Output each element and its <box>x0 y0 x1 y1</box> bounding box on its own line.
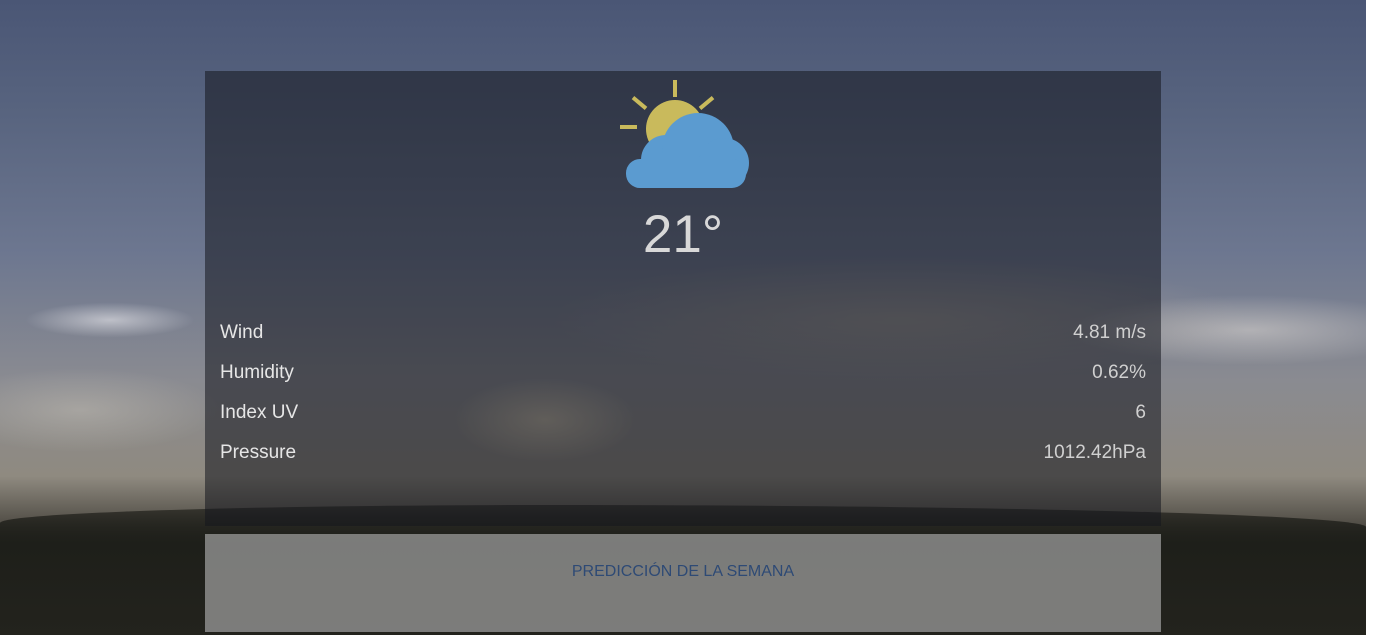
page-edge <box>1366 0 1381 635</box>
stat-value: 1012.42hPa <box>1043 442 1147 463</box>
current-weather-card: 21° Wind 4.81 m/s Humidity 0.62% Index U… <box>205 71 1161 526</box>
stat-value: 0.62% <box>1092 362 1146 383</box>
weather-stats-list: Wind 4.81 m/s Humidity 0.62% Index UV 6 … <box>220 313 1146 473</box>
stat-label: Pressure <box>220 442 297 463</box>
stat-value: 6 <box>1135 402 1146 423</box>
stat-label: Index UV <box>220 402 299 423</box>
stat-row-pressure: Pressure 1012.42hPa <box>220 433 1146 473</box>
stat-row-uv-index: Index UV 6 <box>220 393 1146 433</box>
stat-label: Wind <box>220 322 264 343</box>
stat-row-wind: Wind 4.81 m/s <box>220 313 1146 353</box>
partly-cloudy-icon <box>620 80 749 188</box>
stat-row-humidity: Humidity 0.62% <box>220 353 1146 393</box>
stat-label: Humidity <box>220 362 294 383</box>
stat-value: 4.81 m/s <box>1073 322 1146 343</box>
temperature-value: 21° <box>642 205 724 264</box>
weekly-forecast-panel: PREDICCIÓN DE LA SEMANA <box>205 534 1161 632</box>
weekly-forecast-link[interactable]: PREDICCIÓN DE LA SEMANA <box>572 562 794 582</box>
